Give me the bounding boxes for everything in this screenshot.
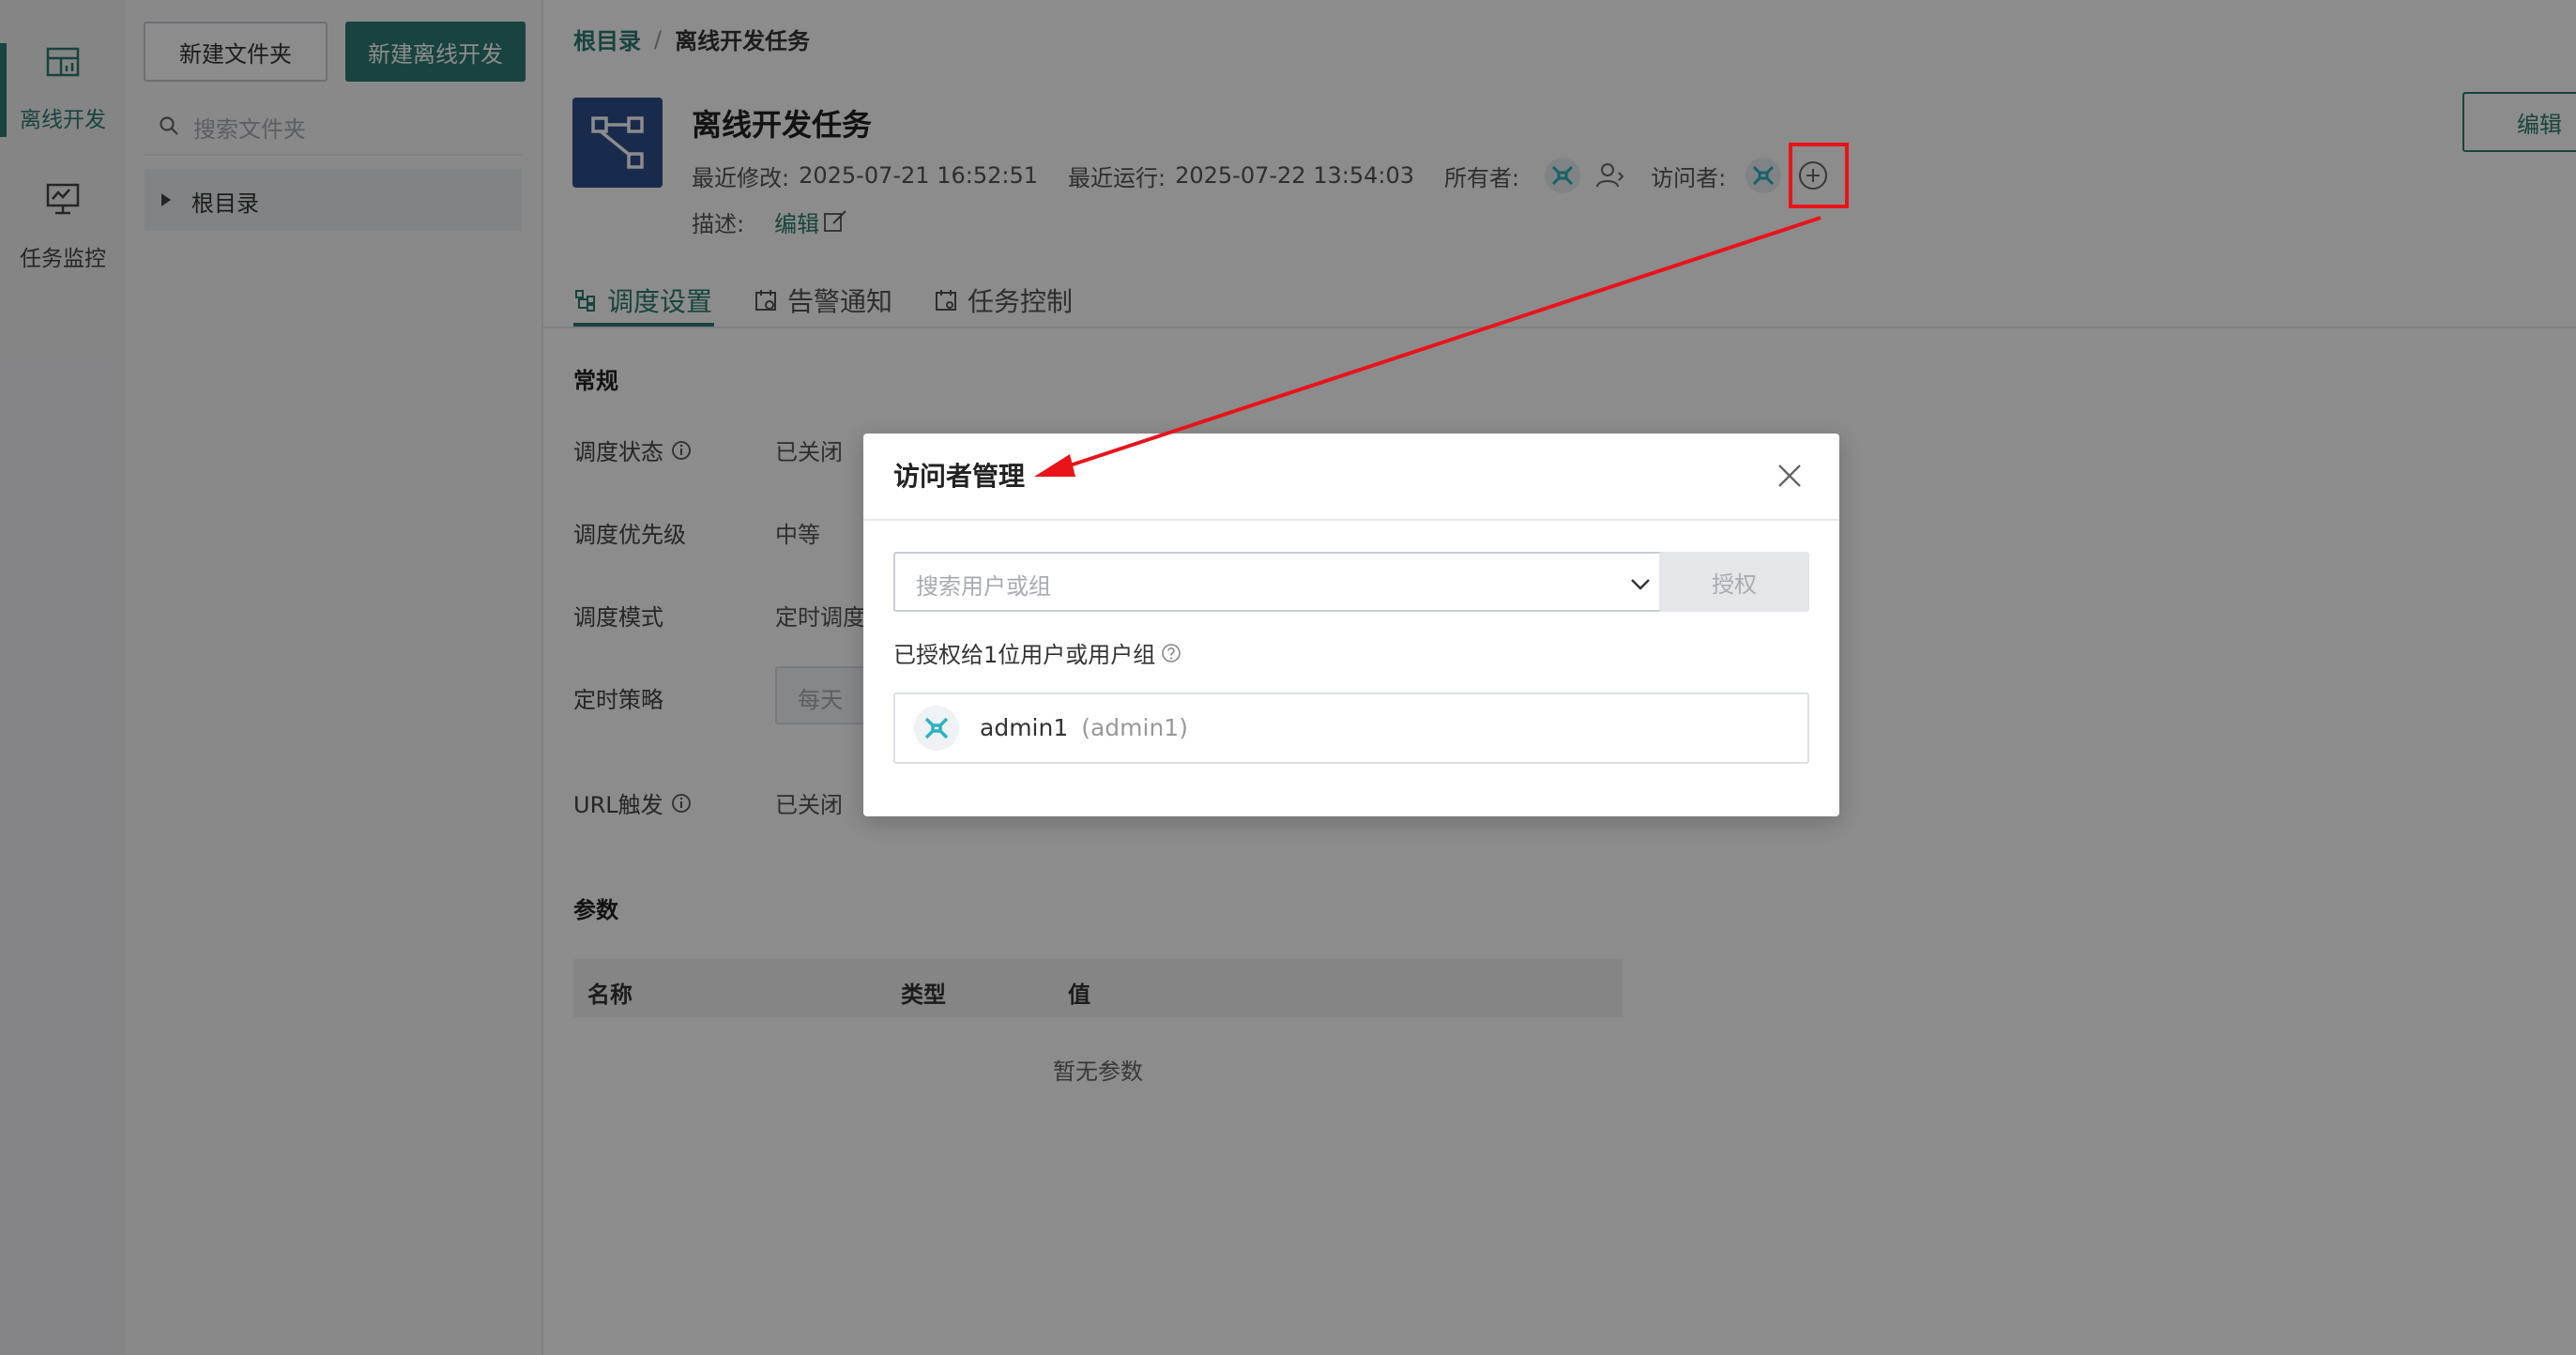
chevron-down-icon[interactable] <box>1629 572 1652 595</box>
search-placeholder: 搜索用户或组 <box>916 573 1051 600</box>
visitor-management-dialog: 访问者管理 搜索用户或组 授权 已授权给1位用户或用户组 admin1 (adm… <box>863 434 1839 816</box>
user-group-search-select[interactable]: 搜索用户或组 <box>893 552 1672 612</box>
granted-user-row[interactable]: admin1 (admin1) <box>893 693 1809 764</box>
close-icon[interactable] <box>1776 462 1804 490</box>
grant-button[interactable]: 授权 <box>1659 552 1809 612</box>
help-icon[interactable] <box>1161 643 1181 663</box>
dialog-title: 访问者管理 <box>893 461 1026 492</box>
user-avatar <box>914 706 959 751</box>
user-name: admin1 (admin1) <box>980 714 1188 741</box>
granted-summary: 已授权给1位用户或用户组 <box>893 636 1181 669</box>
dialog-divider <box>863 519 1839 521</box>
